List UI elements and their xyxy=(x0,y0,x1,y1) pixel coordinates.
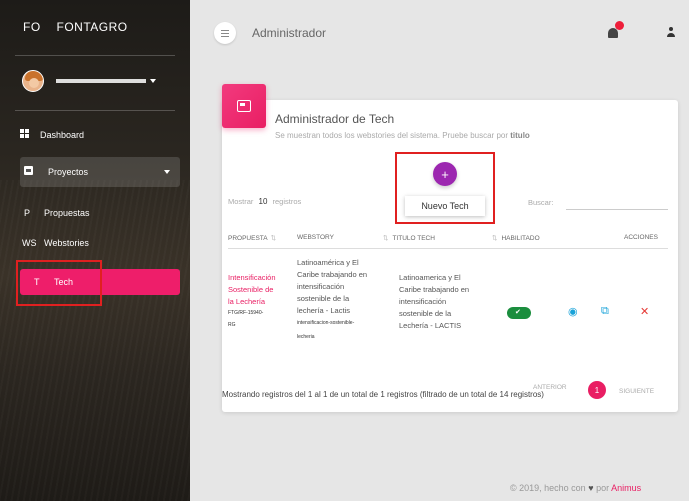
highlight-box xyxy=(16,260,102,306)
sort-icon: ⇅ xyxy=(270,235,277,242)
habilitado-toggle[interactable] xyxy=(507,307,531,319)
card-title: Administrador de Tech xyxy=(275,112,395,126)
eye-icon[interactable]: ◉ xyxy=(568,305,578,318)
page-length-select[interactable]: 10 xyxy=(259,197,268,206)
brand[interactable]: FO FONTAGRO xyxy=(23,20,128,34)
card-subtitle: Se muestran todos los webstories del sis… xyxy=(275,131,530,140)
close-icon[interactable]: ✕ xyxy=(640,305,649,318)
chevron-down-icon xyxy=(150,79,156,83)
notification-badge xyxy=(615,21,624,30)
credits: © 2019, hecho con ♥ por Animus xyxy=(510,483,642,493)
sidebar-item-abbr: P xyxy=(24,208,31,218)
pagination-next[interactable]: SIGUIENTE xyxy=(619,388,654,395)
col-header-habilitado[interactable]: ⇅ HABILITADO xyxy=(492,234,540,242)
table-info: Mostrando registros del 1 al 1 de un tot… xyxy=(222,390,544,399)
cell-webstory: Latinoamérica y El Caribe trabajando en … xyxy=(297,258,368,315)
chevron-down-icon xyxy=(164,170,170,174)
pagination-prev[interactable]: ANTERIOR xyxy=(533,384,567,391)
search-input[interactable] xyxy=(566,196,668,210)
sidebar-item-label: Dashboard xyxy=(40,130,85,140)
cell-propuesta[interactable]: Intensificación Sostenible de la Lecherí… xyxy=(228,272,276,308)
sort-icon: ⇅ xyxy=(492,235,498,242)
col-header-propuesta[interactable]: PROPUESTA ⇅ xyxy=(228,234,276,242)
sort-icon: ⇅ xyxy=(383,235,389,242)
topbar: Administrador xyxy=(190,0,689,62)
sidebar-item-label: Propuestas xyxy=(44,208,90,218)
pagination-page[interactable]: 1 xyxy=(588,381,606,399)
user-menu[interactable] xyxy=(22,70,156,92)
card-header-icon xyxy=(222,84,266,128)
person-icon[interactable] xyxy=(666,27,676,39)
col-header-webstory[interactable]: WEBSTORY xyxy=(297,234,334,241)
table-header-divider xyxy=(228,248,668,249)
highlight-box xyxy=(395,152,495,224)
heart-icon: ♥ xyxy=(588,483,594,493)
clipboard-icon xyxy=(24,166,33,175)
sidebar-item-label: Webstories xyxy=(44,238,89,248)
sidebar-item-dashboard[interactable]: Dashboard xyxy=(18,120,178,150)
credits-brand-link[interactable]: Animus xyxy=(611,483,641,493)
sidebar-item-webstories[interactable]: WS Webstories xyxy=(18,228,178,258)
avatar xyxy=(22,70,44,92)
sidebar: FO FONTAGRO Dashboard Proyectos P Propue… xyxy=(0,0,190,501)
page-title: Administrador xyxy=(252,26,327,40)
edit-icon[interactable]: ⧉ xyxy=(601,305,609,318)
sidebar-item-label: Proyectos xyxy=(48,167,89,177)
col-header-titulo-tech[interactable]: ⇅ TITULO TECH xyxy=(383,234,435,242)
sidebar-item-abbr: WS xyxy=(22,238,37,248)
sidebar-item-propuestas[interactable]: P Propuestas xyxy=(18,198,178,228)
brand-abbr: FO xyxy=(23,20,41,34)
user-name xyxy=(56,79,146,83)
brand-name: FONTAGRO xyxy=(56,20,128,34)
sidebar-item-proyectos[interactable]: Proyectos xyxy=(20,157,180,187)
page-length-control[interactable]: Mostrar 10 registros xyxy=(228,197,301,206)
cell-propuesta-code: FTG/RF-15940- RG xyxy=(228,310,264,328)
tech-admin-card xyxy=(222,100,678,412)
dashboard-icon xyxy=(20,129,29,138)
sidebar-divider xyxy=(15,55,175,56)
menu-button[interactable] xyxy=(214,22,236,44)
cell-titulo-tech: Latinoamerica y El Caribe trabajando en … xyxy=(399,273,470,330)
sidebar-divider xyxy=(15,110,175,111)
cell-webstory-slug: intensificacion-sostenible- lecheria xyxy=(297,320,355,340)
search-label: Buscar: xyxy=(528,198,554,207)
col-header-acciones: ACCIONES xyxy=(624,234,658,241)
clipboard-icon xyxy=(237,100,251,112)
menu-icon xyxy=(221,29,229,31)
